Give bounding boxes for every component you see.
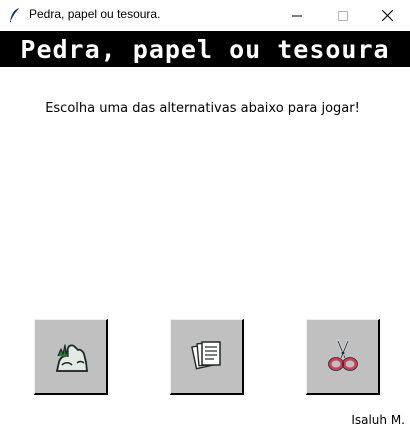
paper-icon — [189, 337, 225, 377]
close-icon — [381, 6, 393, 25]
feather-icon — [8, 7, 22, 23]
rock-button[interactable] — [34, 319, 108, 395]
rock-icon — [53, 337, 89, 377]
scissors-button[interactable] — [306, 319, 380, 395]
maximize-button[interactable] — [320, 0, 366, 30]
close-button[interactable] — [364, 0, 410, 30]
paper-button[interactable] — [170, 319, 244, 395]
maximize-icon — [338, 6, 348, 25]
scissors-icon — [325, 337, 361, 377]
minimize-button[interactable] — [274, 0, 320, 30]
instruction-text: Escolha uma das alternativas abaixo para… — [45, 101, 360, 116]
game-title-banner: Pedra, papel ou tesoura — [0, 31, 410, 67]
window-title: Pedra, papel ou tesoura. — [29, 7, 161, 21]
minimize-icon — [292, 6, 302, 25]
window-titlebar: Pedra, papel ou tesoura. — [0, 0, 410, 30]
author-credit: Isaluh M. — [351, 413, 405, 427]
